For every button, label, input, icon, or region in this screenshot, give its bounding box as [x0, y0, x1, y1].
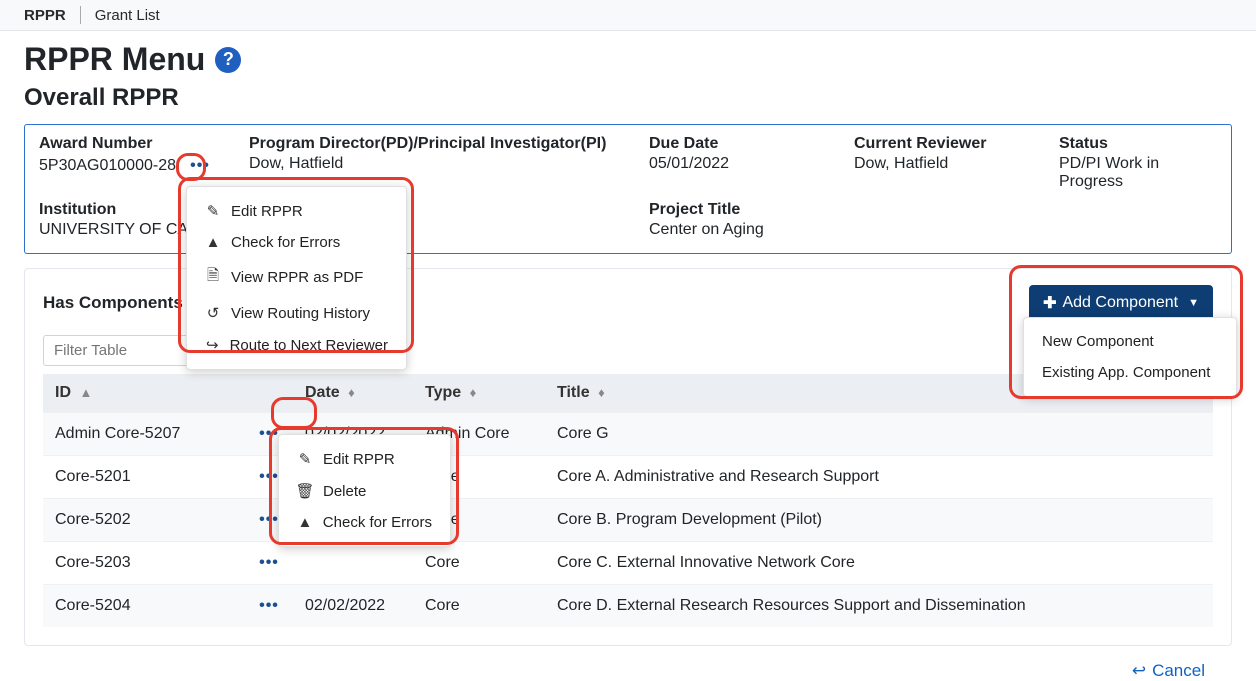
top-nav: RPPR Grant List	[0, 0, 1256, 31]
back-arrow-icon: ↩	[1132, 661, 1146, 681]
row-id: Core-5201	[55, 468, 131, 486]
award-menu-edit[interactable]: ✎Edit RPPR	[187, 195, 406, 227]
field-status: Status PD/PI Work in Progress	[1059, 135, 1217, 191]
pdpi-value: Dow, Hatfield	[249, 155, 639, 173]
row-title: Core A. Administrative and Research Supp…	[545, 456, 1213, 499]
row-title: Core B. Program Development (Pilot)	[545, 499, 1213, 542]
due-value: 05/01/2022	[649, 155, 844, 173]
warning-icon: ▲	[205, 234, 221, 251]
pdpi-label: Program Director(PD)/Principal Investiga…	[249, 135, 639, 153]
pdf-icon: 🗎	[205, 265, 221, 290]
row-actions-button[interactable]: •••	[257, 595, 281, 617]
caret-down-icon: ▼	[1188, 297, 1199, 309]
reviewer-value: Dow, Hatfield	[854, 155, 1049, 173]
reviewer-label: Current Reviewer	[854, 135, 1049, 153]
nav-grant-list[interactable]: Grant List	[95, 7, 160, 24]
sort-asc-icon: ▲	[79, 385, 92, 400]
field-award: Award Number 5P30AG010000-28 •••	[39, 135, 239, 191]
award-actions-button[interactable]: •••	[188, 155, 212, 177]
trash-icon: 🗑	[297, 482, 313, 500]
sort-icon: ♦	[348, 385, 355, 400]
plus-icon: ✚	[1043, 293, 1056, 313]
status-value: PD/PI Work in Progress	[1059, 155, 1217, 191]
award-value: 5P30AG010000-28	[39, 157, 176, 175]
field-project: Project Title Center on Aging	[649, 201, 1217, 239]
field-reviewer: Current Reviewer Dow, Hatfield	[854, 135, 1049, 191]
row-actions-button[interactable]: •••	[257, 552, 281, 574]
award-actions-menu: ✎Edit RPPR ▲Check for Errors 🗎View RPPR …	[186, 186, 407, 370]
th-date[interactable]: Date ♦	[293, 374, 413, 413]
proj-label: Project Title	[649, 201, 1217, 219]
brand[interactable]: RPPR	[24, 7, 66, 24]
add-menu-existing[interactable]: Existing App. Component	[1024, 357, 1236, 388]
history-icon: ↺	[205, 304, 221, 322]
th-type[interactable]: Type ♦	[413, 374, 545, 413]
page-title-text: RPPR Menu	[24, 41, 205, 78]
route-icon: ↪	[205, 336, 220, 354]
th-id[interactable]: ID ▲	[43, 374, 293, 413]
award-menu-check-errors[interactable]: ▲Check for Errors	[187, 227, 406, 258]
proj-value: Center on Aging	[649, 221, 1217, 239]
row-id: Core-5204	[55, 597, 131, 615]
row-type: Core	[413, 542, 545, 585]
row-menu-check-errors[interactable]: ▲Check for Errors	[279, 507, 450, 538]
row-id: Core-5203	[55, 554, 131, 572]
page-subtitle: Overall RPPR	[24, 84, 1232, 112]
row-menu-delete[interactable]: 🗑Delete	[279, 475, 450, 507]
row-title: Core G	[545, 413, 1213, 456]
add-component-menu: New Component Existing App. Component	[1023, 317, 1237, 397]
cancel-link[interactable]: ↩ Cancel	[1132, 661, 1205, 681]
row-title: Core D. External Research Resources Supp…	[545, 585, 1213, 628]
due-label: Due Date	[649, 135, 844, 153]
add-component-button[interactable]: ✚ Add Component ▼	[1029, 285, 1213, 321]
table-row: Core-5201•••CoreCore A. Administrative a…	[43, 456, 1213, 499]
help-icon[interactable]: ?	[215, 47, 241, 73]
edit-icon: ✎	[297, 450, 313, 468]
sort-icon: ♦	[598, 385, 605, 400]
components-title: Has Components	[43, 293, 183, 313]
row-date	[293, 542, 413, 585]
add-menu-new[interactable]: New Component	[1024, 326, 1236, 357]
award-menu-routing-history[interactable]: ↺View Routing History	[187, 297, 406, 329]
page-title: RPPR Menu ?	[24, 41, 1232, 78]
table-row: Core-5203 ••• CoreCore C. External Innovat…	[43, 542, 1213, 585]
award-menu-route-next[interactable]: ↪Route to Next Reviewer	[187, 329, 406, 361]
field-due: Due Date 05/01/2022	[649, 135, 844, 191]
table-row: Core-5204 ••• 02/02/2022CoreCore D. Extern…	[43, 585, 1213, 628]
award-menu-view-pdf[interactable]: 🗎View RPPR as PDF	[187, 258, 406, 297]
table-row: Core-5202•••CoreCore B. Program Developm…	[43, 499, 1213, 542]
row-menu-edit[interactable]: ✎Edit RPPR	[279, 443, 450, 475]
row-id: Admin Core-5207	[55, 425, 180, 443]
components-table: ID ▲ Date ♦ Type ♦ Title ♦ Admin Core-52…	[43, 374, 1213, 627]
row-type: Core	[413, 585, 545, 628]
sort-icon: ♦	[470, 385, 477, 400]
row-actions-menu: ✎Edit RPPR 🗑Delete ▲Check for Errors	[278, 434, 451, 547]
warning-icon: ▲	[297, 514, 313, 531]
row-id: Core-5202	[55, 511, 131, 529]
row-date: 02/02/2022	[293, 585, 413, 628]
field-pdpi: Program Director(PD)/Principal Investiga…	[249, 135, 639, 191]
row-title: Core C. External Innovative Network Core	[545, 542, 1213, 585]
nav-divider	[80, 6, 81, 24]
status-label: Status	[1059, 135, 1217, 153]
award-label: Award Number	[39, 135, 239, 153]
table-row: Admin Core-5207•••02/02/2022Admin CoreCo…	[43, 413, 1213, 456]
edit-icon: ✎	[205, 202, 221, 220]
